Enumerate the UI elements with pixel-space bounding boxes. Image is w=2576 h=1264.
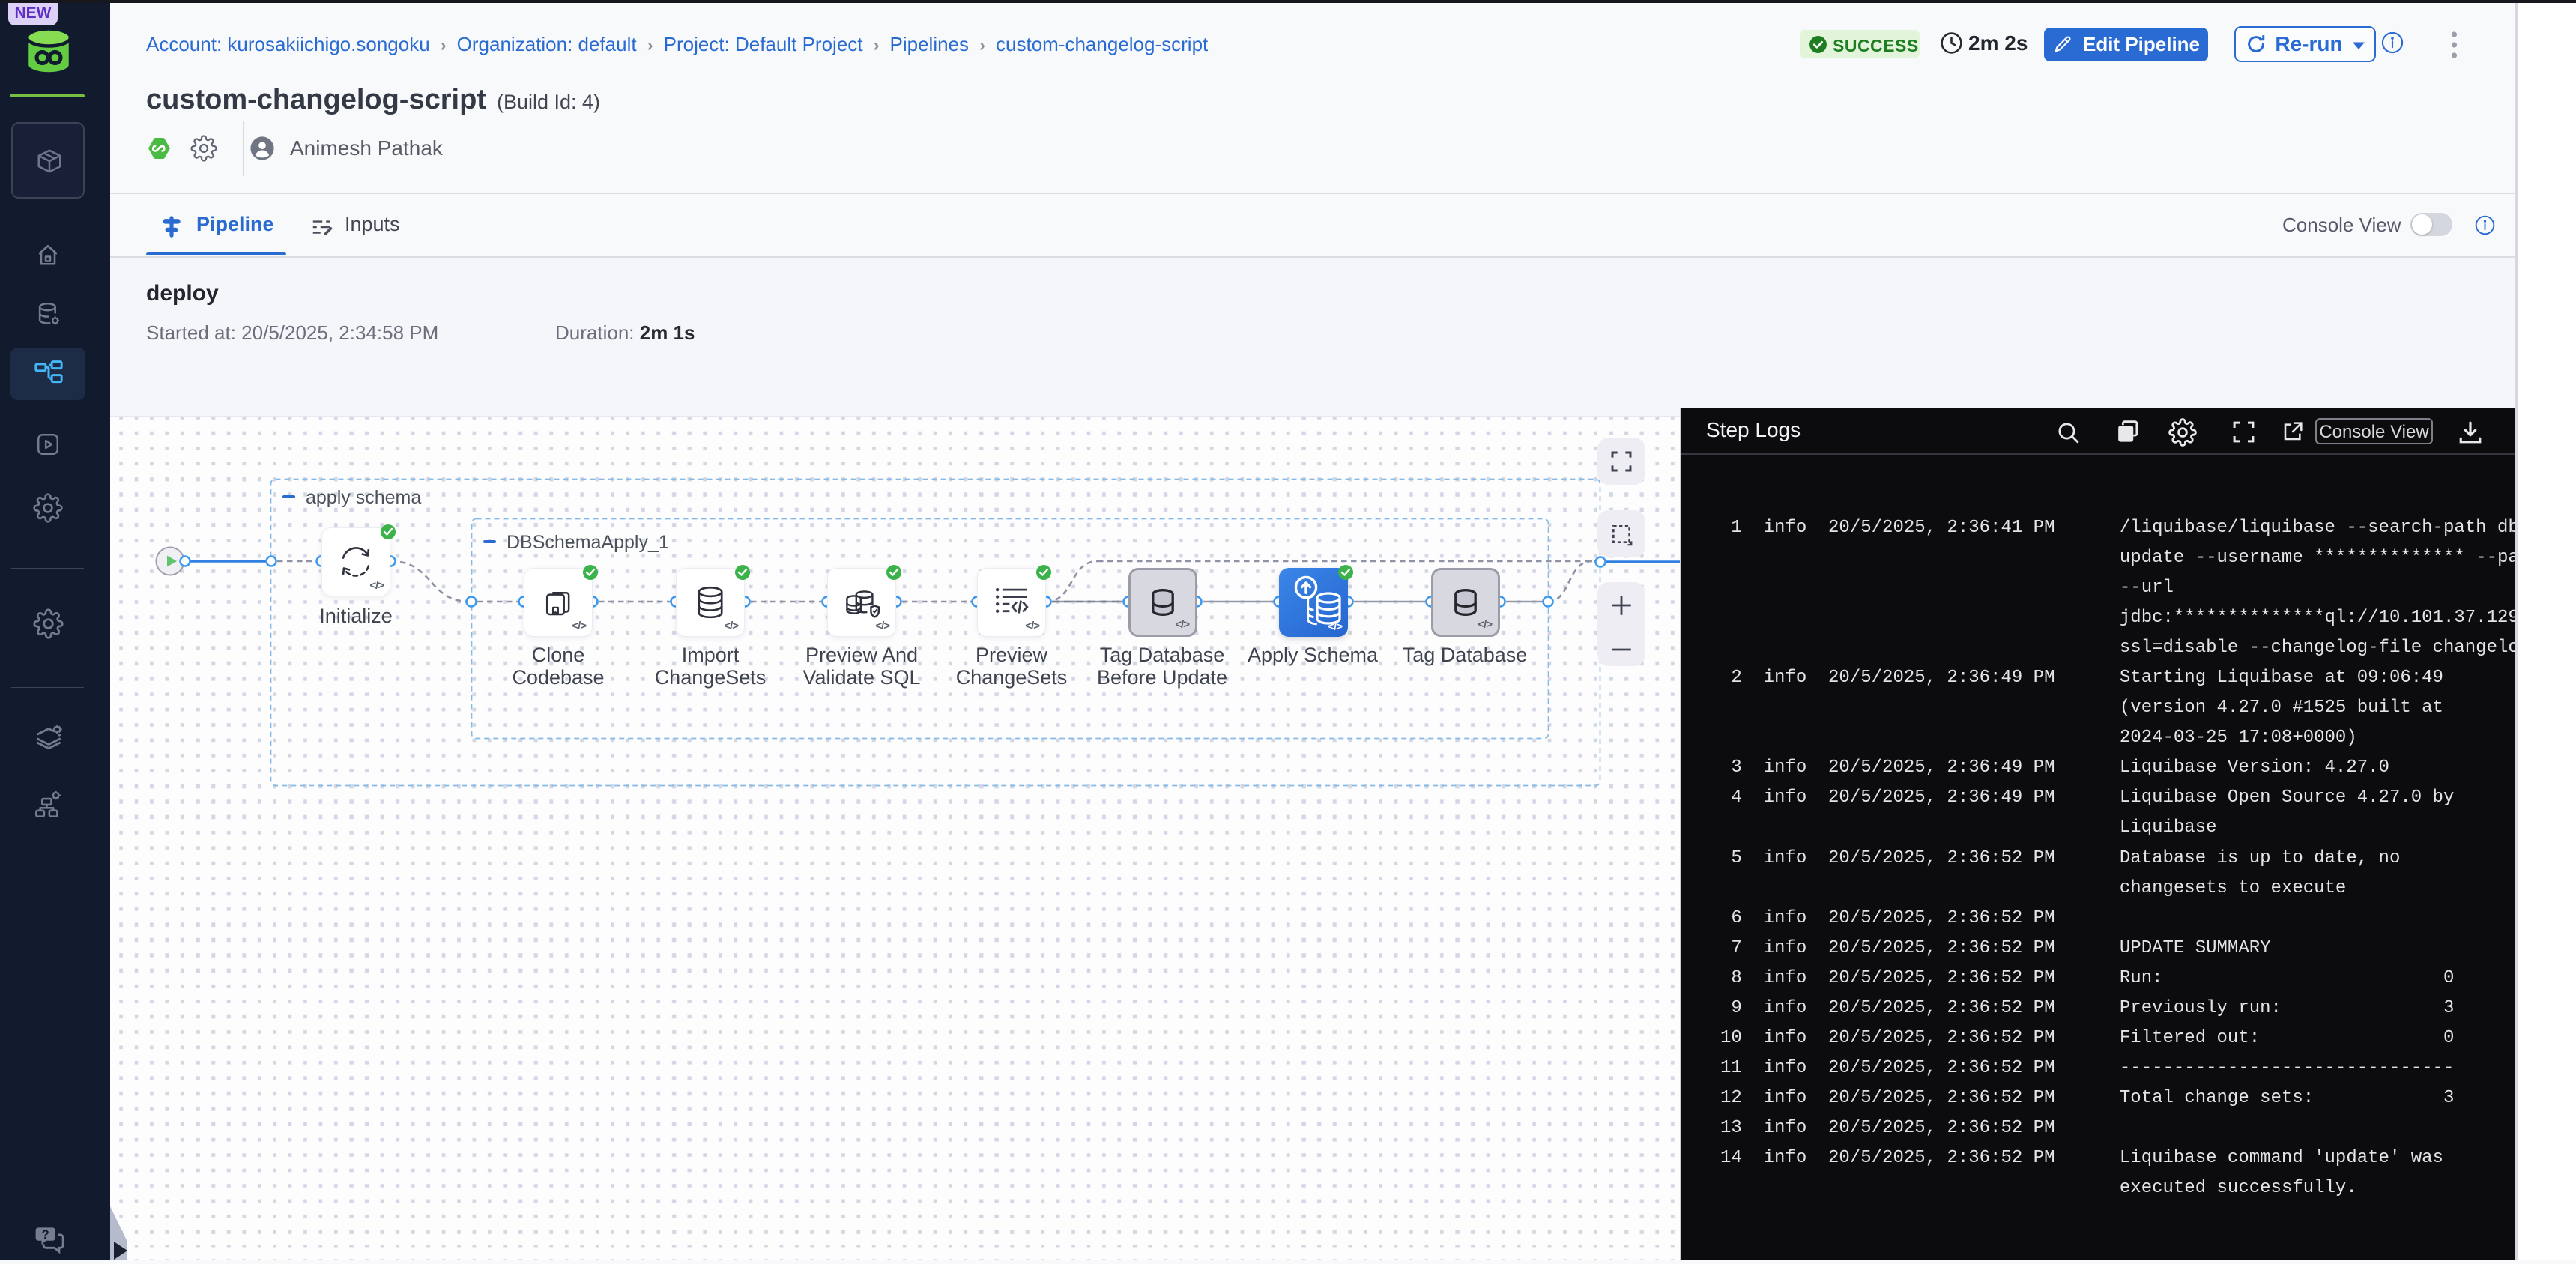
svg-text:?: ? [42, 1227, 49, 1242]
